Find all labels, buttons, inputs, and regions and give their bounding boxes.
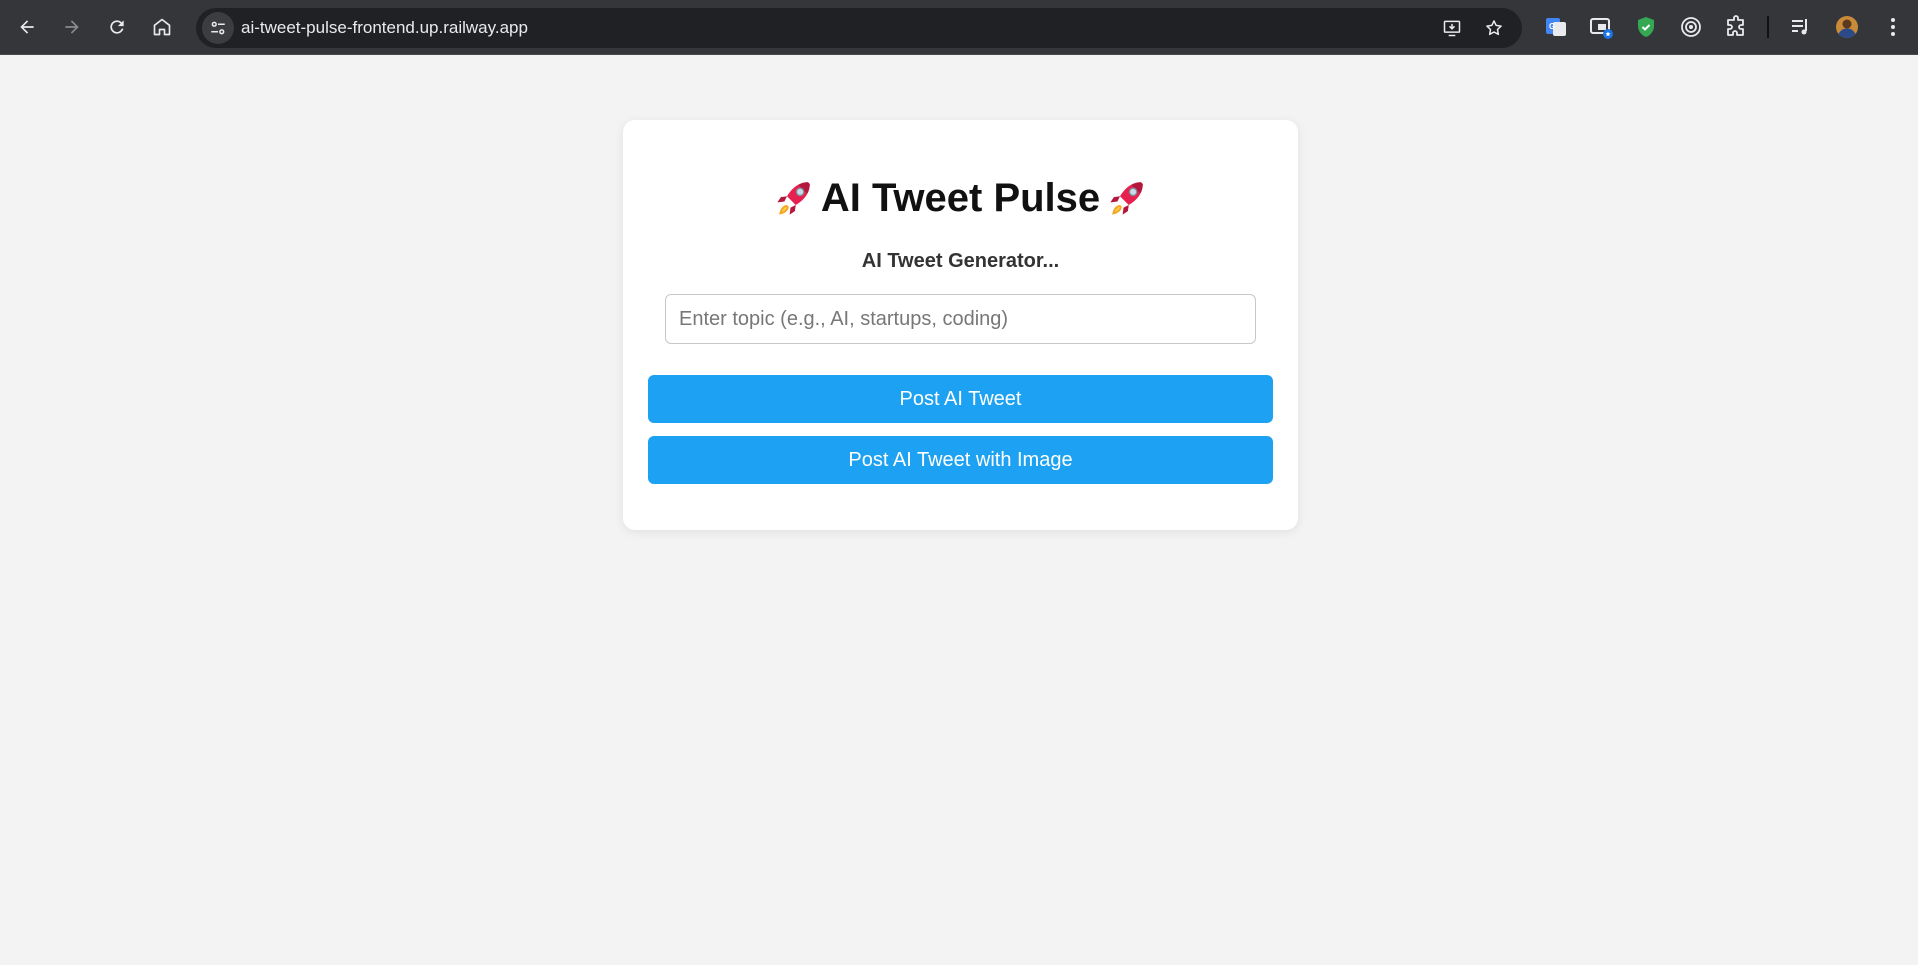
picture-in-picture-icon[interactable] bbox=[1587, 13, 1615, 41]
rocket-icon bbox=[773, 177, 815, 219]
more-menu-icon[interactable] bbox=[1879, 13, 1907, 41]
media-controls-icon[interactable] bbox=[1787, 13, 1815, 41]
browser-toolbar: ai-tweet-pulse-frontend.up.railway.app G bbox=[0, 0, 1918, 55]
back-arrow-icon[interactable] bbox=[10, 10, 44, 44]
url-text[interactable]: ai-tweet-pulse-frontend.up.railway.app bbox=[241, 18, 528, 38]
shield-extension-icon[interactable] bbox=[1632, 13, 1660, 41]
subtitle: AI Tweet Generator... bbox=[861, 250, 1060, 272]
topic-input[interactable] bbox=[665, 294, 1256, 344]
page-title: AI Tweet Pulse bbox=[820, 175, 1101, 220]
target-extension-icon[interactable] bbox=[1677, 13, 1705, 41]
forward-arrow-icon[interactable] bbox=[55, 10, 89, 44]
google-translate-icon[interactable]: G bbox=[1542, 13, 1570, 41]
puzzle-extensions-icon[interactable] bbox=[1722, 13, 1750, 41]
site-info-icon[interactable] bbox=[202, 12, 234, 44]
app-card: AI Tweet Pulse AI Tweet Generator... Pos… bbox=[623, 120, 1298, 530]
address-bar[interactable]: ai-tweet-pulse-frontend.up.railway.app bbox=[196, 8, 1522, 48]
reload-icon[interactable] bbox=[100, 10, 134, 44]
svg-text:G: G bbox=[1549, 22, 1555, 31]
rocket-icon bbox=[1106, 177, 1148, 219]
profile-avatar[interactable] bbox=[1833, 13, 1861, 41]
install-app-icon[interactable] bbox=[1440, 16, 1464, 40]
bookmark-star-icon[interactable] bbox=[1482, 16, 1506, 40]
post-ai-tweet-button[interactable]: Post AI Tweet bbox=[648, 375, 1273, 423]
title-row: AI Tweet Pulse bbox=[623, 172, 1298, 224]
home-icon[interactable] bbox=[145, 10, 179, 44]
toolbar-divider bbox=[1767, 16, 1769, 38]
post-ai-tweet-with-image-button[interactable]: Post AI Tweet with Image bbox=[648, 436, 1273, 484]
